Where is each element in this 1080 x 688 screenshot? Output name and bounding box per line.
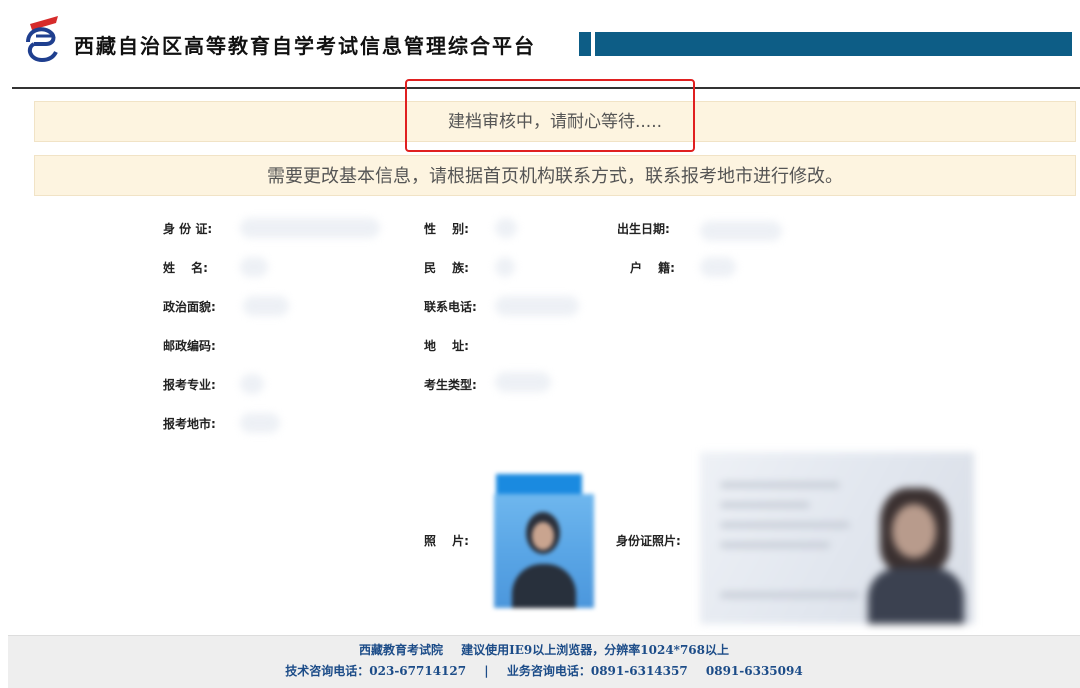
footer-browser-hint: 建议使用IE9以上浏览器，分辨率1024*768以上 bbox=[461, 643, 730, 657]
birthdate-label: 出生日期: bbox=[617, 222, 670, 236]
edit-info-notice: 需要更改基本信息，请根据首页机构联系方式，联系报考地市进行修改。 bbox=[34, 155, 1076, 196]
ethnicity-label: 民 族: bbox=[424, 261, 469, 275]
footer-info-line: 西藏教育考试院 建议使用IE9以上浏览器，分辨率1024*768以上 bbox=[8, 641, 1080, 658]
id-card-label: 身 份 证: bbox=[163, 222, 213, 236]
exam-city-value bbox=[240, 413, 280, 433]
major-value bbox=[240, 374, 264, 394]
page-header: 西藏自治区高等教育自学考试信息管理综合平台 bbox=[0, 0, 1080, 88]
birthdate-value bbox=[700, 221, 782, 241]
status-highlight-frame bbox=[405, 79, 695, 152]
major-label: 报考专业: bbox=[163, 378, 216, 392]
household-label: 户 籍: bbox=[630, 261, 675, 275]
id-photo-label: 身份证照片: bbox=[616, 534, 681, 548]
page-footer: 西藏教育考试院 建议使用IE9以上浏览器，分辨率1024*768以上 技术咨询电… bbox=[8, 635, 1080, 688]
footer-business-phone-2: 0891-6335094 bbox=[705, 664, 803, 678]
phone-value bbox=[495, 296, 579, 316]
address-label: 地 址: bbox=[424, 339, 469, 353]
id-card-photo bbox=[700, 452, 974, 624]
candidate-photo bbox=[494, 474, 594, 608]
zikao-logo-icon bbox=[26, 16, 58, 63]
postcode-label: 邮政编码: bbox=[163, 339, 216, 353]
ethnicity-value bbox=[495, 257, 515, 277]
political-status-label: 政治面貌: bbox=[163, 300, 216, 314]
candidate-type-value bbox=[495, 372, 551, 392]
name-label: 姓 名: bbox=[163, 261, 208, 275]
political-status-value bbox=[243, 296, 289, 316]
site-title: 西藏自治区高等教育自学考试信息管理综合平台 bbox=[74, 34, 536, 58]
title-bar bbox=[595, 32, 1072, 56]
photo-label: 照 片: bbox=[424, 534, 469, 548]
household-value bbox=[700, 257, 736, 277]
footer-org-name: 西藏教育考试院 bbox=[358, 643, 443, 657]
gender-label: 性 别: bbox=[424, 222, 469, 236]
id-card-value bbox=[240, 218, 380, 238]
footer-contact-line: 技术咨询电话：023-67714127 | 业务咨询电话：0891-631435… bbox=[8, 662, 1080, 679]
candidate-type-label: 考生类型: bbox=[424, 378, 477, 392]
footer-tech-phone: 技术咨询电话：023-67714127 bbox=[285, 664, 467, 678]
gender-value bbox=[495, 218, 517, 238]
title-bar-marker bbox=[579, 32, 591, 56]
edit-info-text: 需要更改基本信息，请根据首页机构联系方式，联系报考地市进行修改。 bbox=[267, 166, 843, 187]
footer-separator: | bbox=[484, 664, 489, 678]
name-value bbox=[240, 257, 268, 277]
footer-business-phone-1: 业务咨询电话：0891-6314357 bbox=[506, 664, 688, 678]
exam-city-label: 报考地市: bbox=[163, 417, 216, 431]
phone-label: 联系电话: bbox=[424, 300, 477, 314]
